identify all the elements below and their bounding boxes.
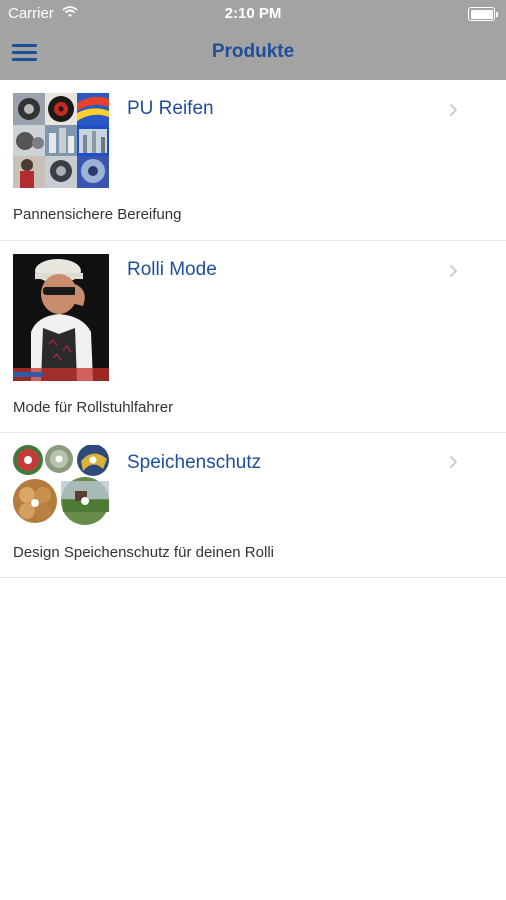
navigation-bar: Produkte — [0, 28, 506, 80]
item-subtitle: Pannensichere Bereifung — [13, 206, 182, 223]
item-title: Rolli Mode — [127, 259, 217, 280]
product-list: PU Reifen Pannensichere Bereifung Rolli … — [0, 80, 506, 578]
item-subtitle: Design Speichenschutz für deinen Rolli — [13, 544, 274, 561]
page-title: Produkte — [211, 41, 295, 62]
tire-collage-thumbnail — [13, 93, 109, 188]
chevron-right-icon — [449, 452, 458, 475]
chevron-right-icon — [449, 261, 458, 284]
battery-icon — [468, 7, 498, 21]
chevron-right-icon — [449, 100, 458, 123]
spoke-guard-designs-thumbnail — [13, 445, 109, 526]
list-item-pu-reifen[interactable]: PU Reifen Pannensichere Bereifung — [0, 80, 506, 241]
item-title: PU Reifen — [127, 98, 214, 119]
status-bar: Carrier 2:10 PM — [0, 0, 506, 28]
item-title: Speichenschutz — [127, 452, 262, 473]
list-item-rolli-mode[interactable]: Rolli Mode Mode für Rollstuhlfahrer — [0, 241, 506, 433]
list-item-speichenschutz[interactable]: Speichenschutz Design Speichenschutz für… — [0, 433, 506, 578]
status-time: 2:10 PM — [224, 5, 282, 22]
fashion-model-thumbnail — [13, 254, 109, 381]
item-subtitle: Mode für Rollstuhlfahrer — [13, 399, 174, 416]
